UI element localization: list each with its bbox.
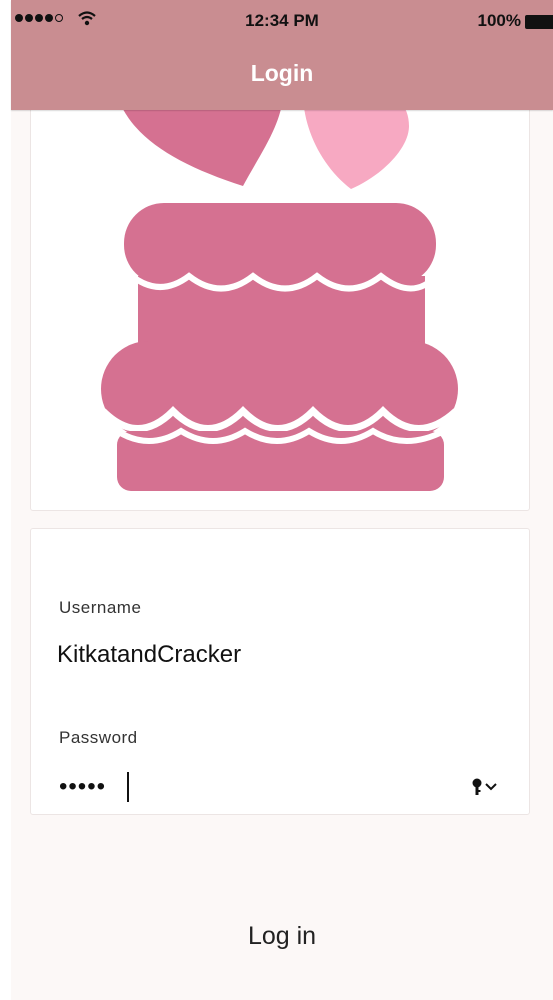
cake-with-hearts-icon [100,71,459,491]
key-icon[interactable] [471,778,499,796]
cake-top-tier [124,203,436,285]
status-bar: 12:34 PM 100% [11,0,553,42]
login-screen: 12:34 PM 100% Login Username Password ••… [0,0,553,1000]
username-input[interactable] [57,641,497,669]
login-form-card: Username Password ••••• [30,528,530,815]
left-edge [0,0,11,1000]
username-label: Username [59,598,142,617]
password-masked-value: ••••• [59,773,107,800]
battery-icon [525,15,553,29]
battery-percent: 100% [477,11,521,30]
illustration-card [30,70,530,511]
text-caret [127,772,129,802]
status-time: 12:34 PM [245,11,319,30]
page-title: Login [250,60,314,86]
password-input[interactable]: ••••• [59,772,499,802]
password-label: Password [59,728,138,747]
login-button[interactable]: Log in [11,900,553,972]
nav-header: 12:34 PM 100% Login [11,0,553,110]
